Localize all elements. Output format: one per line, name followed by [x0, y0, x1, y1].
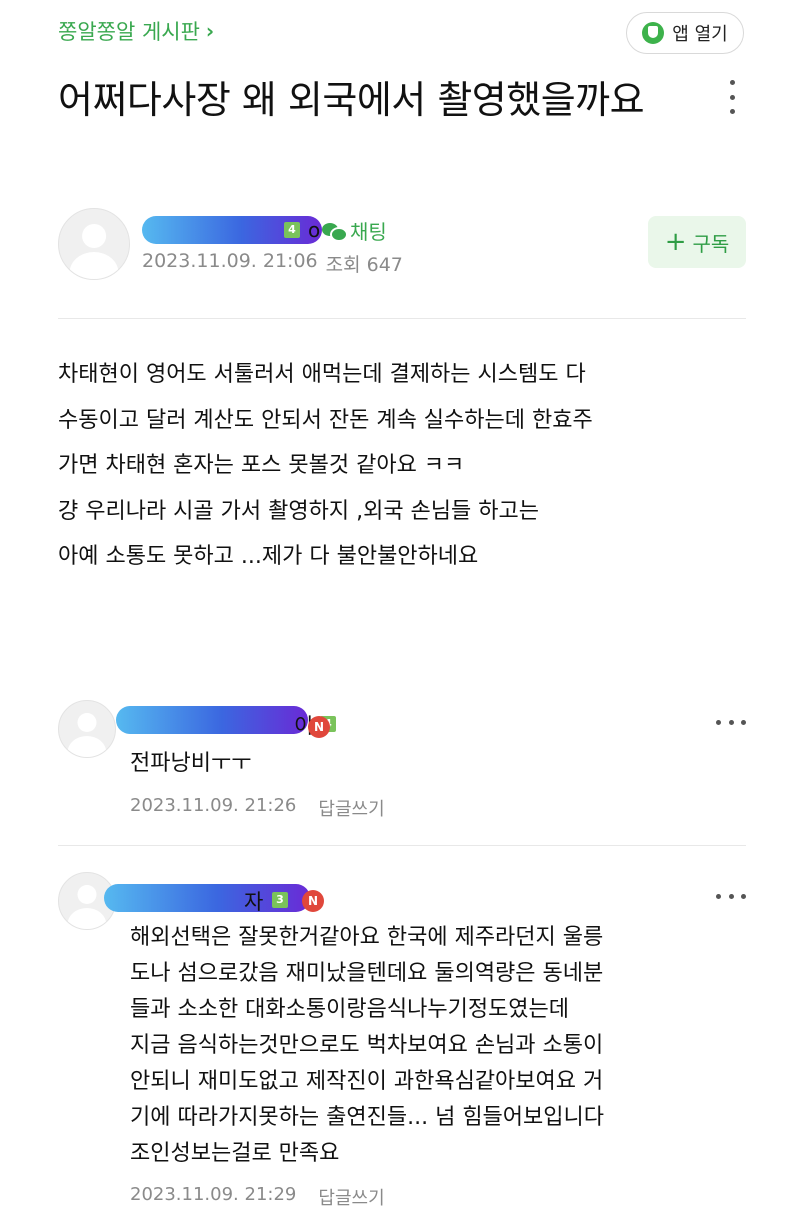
- comment-line: 기에 따라가지못하는 출연진들... 넘 힘들어보입니다: [130, 1105, 604, 1130]
- post-body-line: 걍 우리나라 시골 가서 촬영하지 ,외국 손님들 하고는: [58, 498, 539, 524]
- post-date: 2023.11.09. 21:06: [142, 250, 318, 272]
- comment-text: 전파낭비ㅜㅜ: [130, 746, 251, 782]
- avatar[interactable]: [58, 208, 130, 280]
- board-breadcrumb[interactable]: 쫑알쫑알 게시판 ›: [58, 16, 214, 46]
- comment-line: 도나 섬으로갔음 재미났을텐데요 둘의역량은 동네분: [130, 961, 604, 986]
- plus-icon: +: [664, 227, 687, 257]
- board-name: 쫑알쫑알 게시판: [58, 20, 200, 44]
- subscribe-button[interactable]: + 구독: [648, 216, 746, 268]
- post-more-options-icon[interactable]: [722, 80, 742, 114]
- chevron-right-icon: ›: [205, 19, 215, 43]
- comment: 자 3 N 해외선택은 잘못한거같아요 한국에 제주라던지 울릉 도나 섬으로갔…: [58, 872, 748, 1212]
- post-title: 어쩌다사장 왜 외국에서 촬영했을까요: [58, 78, 645, 122]
- avatar[interactable]: [58, 700, 116, 758]
- divider: [58, 318, 746, 319]
- level-badge: 4: [284, 222, 300, 238]
- comment-meta: 2023.11.09. 21:26 답글쓰기: [130, 795, 385, 821]
- comment-line: 안되니 재미도없고 제작진이 과한욕심같아보여요 거: [130, 1069, 604, 1094]
- post-body-line: 차태현이 영어도 서툴러서 애먹는데 결제하는 시스템도 다: [58, 362, 586, 387]
- app-logo-icon: [642, 22, 665, 44]
- comment-line: 지금 음식하는것만으로도 벅차보여요 손님과 소통이: [130, 1033, 604, 1058]
- comment: 이 4 N 전파낭비ㅜㅜ 2023.11.09. 21:26 답글쓰기: [58, 700, 748, 830]
- post-author-row: o 4 채팅 2023.11.09. 21:06 조회 647: [58, 208, 748, 288]
- post-body: 차태현이 영어도 서툴러서 애먹는데 결제하는 시스템도 다 수동이고 달러 계…: [58, 352, 758, 580]
- comment-meta: 2023.11.09. 21:29 답글쓰기: [130, 1184, 385, 1210]
- comment-line: 전파낭비ㅜㅜ: [130, 751, 252, 776]
- post-body-line: 아예 소통도 못하고 ...제가 다 불안불안하네요: [58, 544, 479, 569]
- author-nickname-tail[interactable]: o: [308, 218, 320, 242]
- new-badge: N: [308, 716, 330, 738]
- chat-label: 채팅: [350, 220, 387, 244]
- commenter-nickname-tail[interactable]: 자: [244, 886, 263, 916]
- reply-button[interactable]: 답글쓰기: [318, 1184, 384, 1210]
- post-meta: 2023.11.09. 21:06 조회 647: [142, 250, 403, 277]
- comment-line: 해외선택은 잘못한거같아요 한국에 제주라던지 울릉: [130, 925, 604, 950]
- reply-button[interactable]: 답글쓰기: [318, 795, 384, 821]
- chat-bubble-icon: [322, 221, 348, 242]
- post-body-line: 수동이고 달러 계산도 안되서 잔돈 계속 실수하는데 한효주: [58, 407, 593, 433]
- level-badge: 3: [272, 892, 288, 908]
- comment-date: 2023.11.09. 21:26: [130, 795, 297, 816]
- comment-line: 들과 소소한 대화소통이랑음식나누기정도였는데: [130, 997, 570, 1022]
- app-open-label: 앱 열기: [672, 24, 728, 45]
- new-badge: N: [302, 890, 324, 912]
- comment-line: 조인성보는걸로 만족요: [130, 1141, 340, 1166]
- app-open-button[interactable]: 앱 열기: [626, 12, 744, 54]
- divider: [58, 845, 746, 846]
- comment-more-options-icon[interactable]: [716, 720, 746, 726]
- comment-more-options-icon[interactable]: [716, 894, 746, 900]
- comment-date: 2023.11.09. 21:29: [130, 1184, 297, 1205]
- chat-button[interactable]: 채팅: [322, 216, 387, 245]
- post-views: 조회 647: [325, 254, 403, 276]
- subscribe-label: 구독: [692, 231, 730, 256]
- redacted-nickname: [116, 706, 308, 734]
- post-body-line: 가면 차태현 혼자는 포스 못볼것 같아요 ㅋㅋ: [58, 453, 465, 478]
- comment-text: 해외선택은 잘못한거같아요 한국에 제주라던지 울릉 도나 섬으로갔음 재미났을…: [130, 920, 604, 1172]
